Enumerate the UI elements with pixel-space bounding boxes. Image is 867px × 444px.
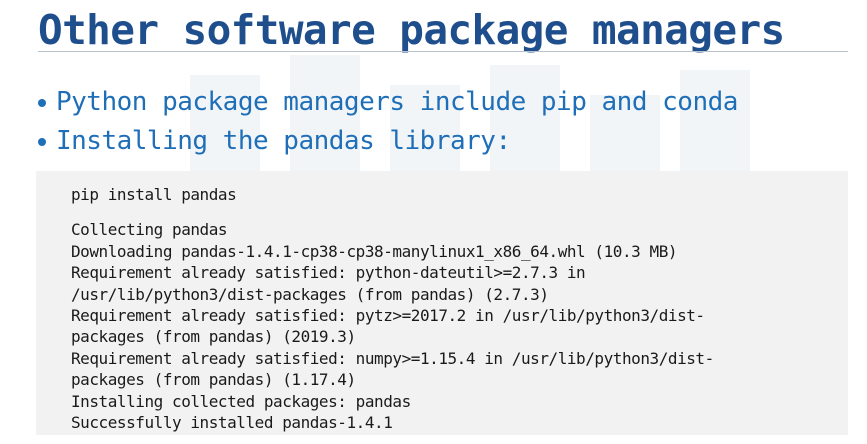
code-output-line: Requirement already satisfied: numpy>=1.… [71, 348, 714, 368]
bullet-icon [38, 137, 46, 146]
code-command: pip install pandas [71, 185, 237, 204]
slide-title: Other software package managers [38, 6, 785, 54]
code-output-line: packages (from pandas) (1.17.4) [71, 370, 356, 390]
title-divider [38, 51, 848, 52]
code-output-line: Installing collected packages: pandas [71, 391, 411, 411]
bullet-item: Python package managers include pip and … [38, 82, 738, 121]
bullet-icon [38, 98, 46, 107]
code-block: pip install pandas Collecting pandas Dow… [36, 171, 848, 435]
slide: Other software package managers Python p… [0, 0, 867, 444]
code-spacer [71, 205, 714, 219]
code-output-line: Successfully installed pandas-1.4.1 [71, 412, 393, 432]
code-output-line: /usr/lib/python3/dist-packages (from pan… [71, 284, 549, 304]
bullet-item: Installing the pandas library: [38, 121, 738, 160]
code-output-line: Requirement already satisfied: pytz>=201… [71, 305, 705, 325]
code-output-line: Requirement already satisfied: python-da… [71, 263, 586, 283]
bullet-text: Python package managers include pip and … [56, 86, 738, 117]
code-lines: pip install pandas Collecting pandas Dow… [71, 184, 714, 433]
bullet-list: Python package managers include pip and … [38, 82, 738, 160]
code-output-line: packages (from pandas) (2019.3) [71, 327, 356, 347]
code-output-line: Collecting pandas [71, 220, 228, 240]
code-output-line: Downloading pandas-1.4.1-cp38-cp38-manyl… [71, 241, 678, 261]
bullet-text: Installing the pandas library: [56, 125, 511, 156]
